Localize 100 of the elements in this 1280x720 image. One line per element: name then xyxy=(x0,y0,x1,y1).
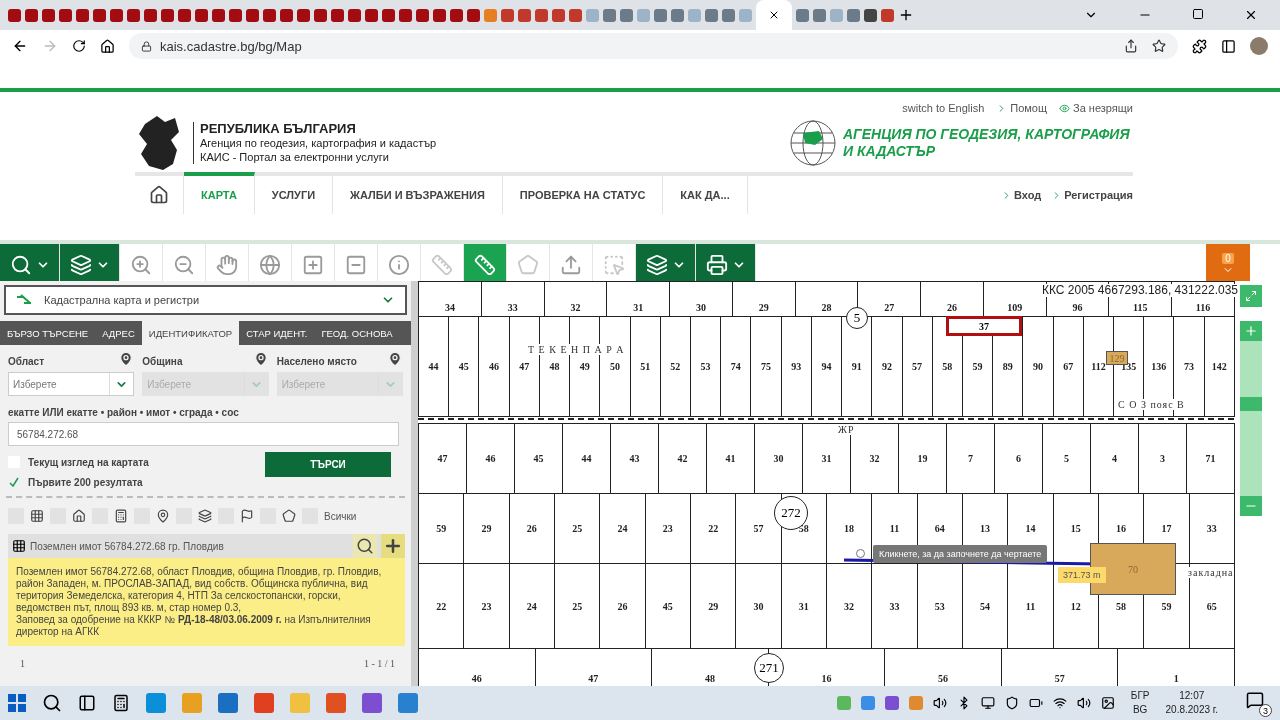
tab-favicon[interactable] xyxy=(314,8,327,22)
tab-favicon[interactable] xyxy=(518,8,531,22)
account-link[interactable]: Вход xyxy=(1001,189,1042,201)
plus-icon xyxy=(383,536,403,556)
checkbox-label: Текущ изглед на картата xyxy=(28,456,149,468)
calculator-icon xyxy=(112,694,130,712)
tab-favicon[interactable] xyxy=(603,8,616,22)
tab-favicon[interactable] xyxy=(263,8,276,22)
search-tab[interactable]: ГЕОД. ОСНОВА xyxy=(314,321,400,345)
tab-favicon[interactable] xyxy=(881,8,894,22)
tab-favicon[interactable] xyxy=(382,8,395,22)
result-title: Поземлен имот 56784.272.68 гр. Пловдив xyxy=(30,540,225,552)
tab-favicon[interactable] xyxy=(365,8,378,22)
tab-favicon[interactable] xyxy=(76,8,89,22)
checkbox[interactable] xyxy=(8,476,20,488)
search-tab[interactable]: ИДЕНТИФИКАТОР xyxy=(141,321,240,345)
top-link[interactable]: switch to English xyxy=(902,102,985,114)
tab-favicon[interactable] xyxy=(416,8,429,22)
field-label: Населено място xyxy=(276,356,357,367)
top-link[interactable]: Помощ xyxy=(996,102,1048,114)
tray-app-icon[interactable] xyxy=(884,696,899,710)
tab-favicon[interactable] xyxy=(331,8,344,22)
tab-favicon[interactable] xyxy=(813,8,826,22)
nav-item[interactable]: КАК ДА... xyxy=(663,172,748,214)
tab-favicon[interactable] xyxy=(144,8,157,22)
close-icon xyxy=(1244,8,1258,22)
tab-favicon[interactable] xyxy=(722,8,735,22)
layers-icon xyxy=(198,509,212,523)
zoom-thumb[interactable] xyxy=(1240,397,1262,412)
tab-favicon[interactable] xyxy=(348,8,361,22)
page-number[interactable]: 1 xyxy=(20,658,25,669)
map-coordinates: ККС 2005 4667293.186, 431222.035 xyxy=(1042,284,1238,297)
tab-favicon[interactable] xyxy=(212,8,225,22)
tab-favicon[interactable] xyxy=(620,8,633,22)
tab-favicon[interactable] xyxy=(8,8,21,22)
tab-favicon[interactable] xyxy=(552,8,565,22)
fullscreen-button[interactable] xyxy=(1240,285,1262,307)
nav-item[interactable]: УСЛУГИ xyxy=(254,172,334,214)
tab-favicon[interactable] xyxy=(195,8,208,22)
tab-favicon[interactable] xyxy=(501,8,514,22)
tab-favicon[interactable] xyxy=(450,8,463,22)
windows-start-icon[interactable] xyxy=(8,694,26,712)
tab-favicon[interactable] xyxy=(280,8,293,22)
nav-item[interactable]: ПРОВЕРКА НА СТАТУС xyxy=(502,172,664,214)
home-icon xyxy=(100,38,115,54)
switch-icon xyxy=(16,294,32,306)
search-tab[interactable]: БЪРЗО ТЪРСЕНЕ xyxy=(0,321,96,345)
top-link[interactable]: За незрящи xyxy=(1059,102,1133,114)
tab-favicon[interactable] xyxy=(671,8,684,22)
tab-favicon[interactable] xyxy=(467,8,480,22)
tab-favicon[interactable] xyxy=(127,8,140,22)
tab-favicon[interactable] xyxy=(433,8,446,22)
place-label: Т Е К Е Н П А Р А xyxy=(528,344,625,355)
clock[interactable]: 12:07 20.8.2023 г. xyxy=(1165,689,1218,717)
tab-favicon[interactable] xyxy=(178,8,191,22)
tab-favicon[interactable] xyxy=(654,8,667,22)
zoom-slider[interactable] xyxy=(1240,321,1262,516)
tab-favicon[interactable] xyxy=(93,8,106,22)
tab-favicon[interactable] xyxy=(864,8,877,22)
tab-favicon[interactable] xyxy=(847,8,860,22)
upload-icon xyxy=(560,253,582,276)
polygon-icon xyxy=(517,253,539,276)
tab-favicon[interactable] xyxy=(229,8,242,22)
grid-icon xyxy=(30,509,44,523)
checkbox-label: Първите 200 резултата xyxy=(28,476,143,488)
tab-favicon[interactable] xyxy=(399,8,412,22)
select-field[interactable]: Изберете xyxy=(8,372,135,396)
notifications-button[interactable]: 3 xyxy=(1244,689,1272,717)
tab-favicon[interactable] xyxy=(110,8,123,22)
address-bar[interactable]: kais.cadastre.bg/bg/Map xyxy=(129,33,1178,59)
layer-dropdown[interactable]: Кадастрална карта и регистри xyxy=(4,285,407,315)
tab-favicon[interactable] xyxy=(705,8,718,22)
search-icon xyxy=(42,693,62,713)
close-icon xyxy=(768,9,780,21)
tab-favicon[interactable] xyxy=(535,8,548,22)
identifier-input[interactable]: 56784.272.68 xyxy=(8,422,399,446)
search-tab[interactable]: АДРЕС xyxy=(95,321,142,345)
zoom-to-button[interactable] xyxy=(353,534,377,558)
language-indicator[interactable]: БГР BG xyxy=(1130,689,1150,717)
layers-info-icon xyxy=(645,253,668,276)
speaker-icon xyxy=(932,696,947,710)
profile-avatar[interactable] xyxy=(1250,37,1268,55)
tab-favicon[interactable] xyxy=(59,8,72,22)
search-tab[interactable]: СТАР ИДЕНТ. xyxy=(239,321,315,345)
eye-icon xyxy=(1059,102,1071,114)
tab-favicon[interactable] xyxy=(161,8,174,22)
account-link[interactable]: Регистрация xyxy=(1051,189,1133,201)
tab-favicon[interactable] xyxy=(796,8,809,22)
nav-item[interactable]: ЖАЛБИ И ВЪЗРАЖЕНИЯ xyxy=(333,172,503,214)
emblem-title: РЕПУБЛИКА БЪЛГАРИЯ xyxy=(200,122,357,136)
tab-favicon[interactable] xyxy=(569,8,582,22)
printer-icon xyxy=(705,253,728,276)
tab-favicon[interactable] xyxy=(42,8,55,22)
tray-app-icon[interactable] xyxy=(860,696,875,710)
tab-favicon[interactable] xyxy=(25,8,38,22)
search-button[interactable]: ТЪРСИ xyxy=(265,452,391,477)
selected-parcel[interactable]: 37 xyxy=(946,316,1022,336)
add-button[interactable] xyxy=(381,534,405,558)
tab-favicon[interactable] xyxy=(246,8,259,22)
tab-favicon[interactable] xyxy=(297,8,310,22)
